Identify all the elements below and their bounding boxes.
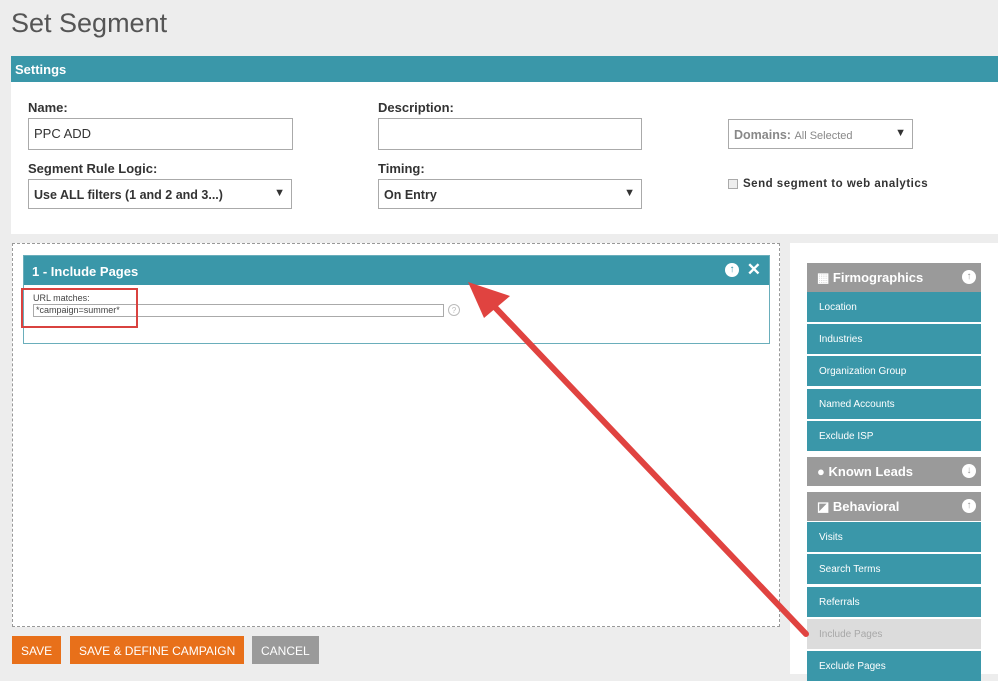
annotation-arrow: [468, 282, 809, 637]
